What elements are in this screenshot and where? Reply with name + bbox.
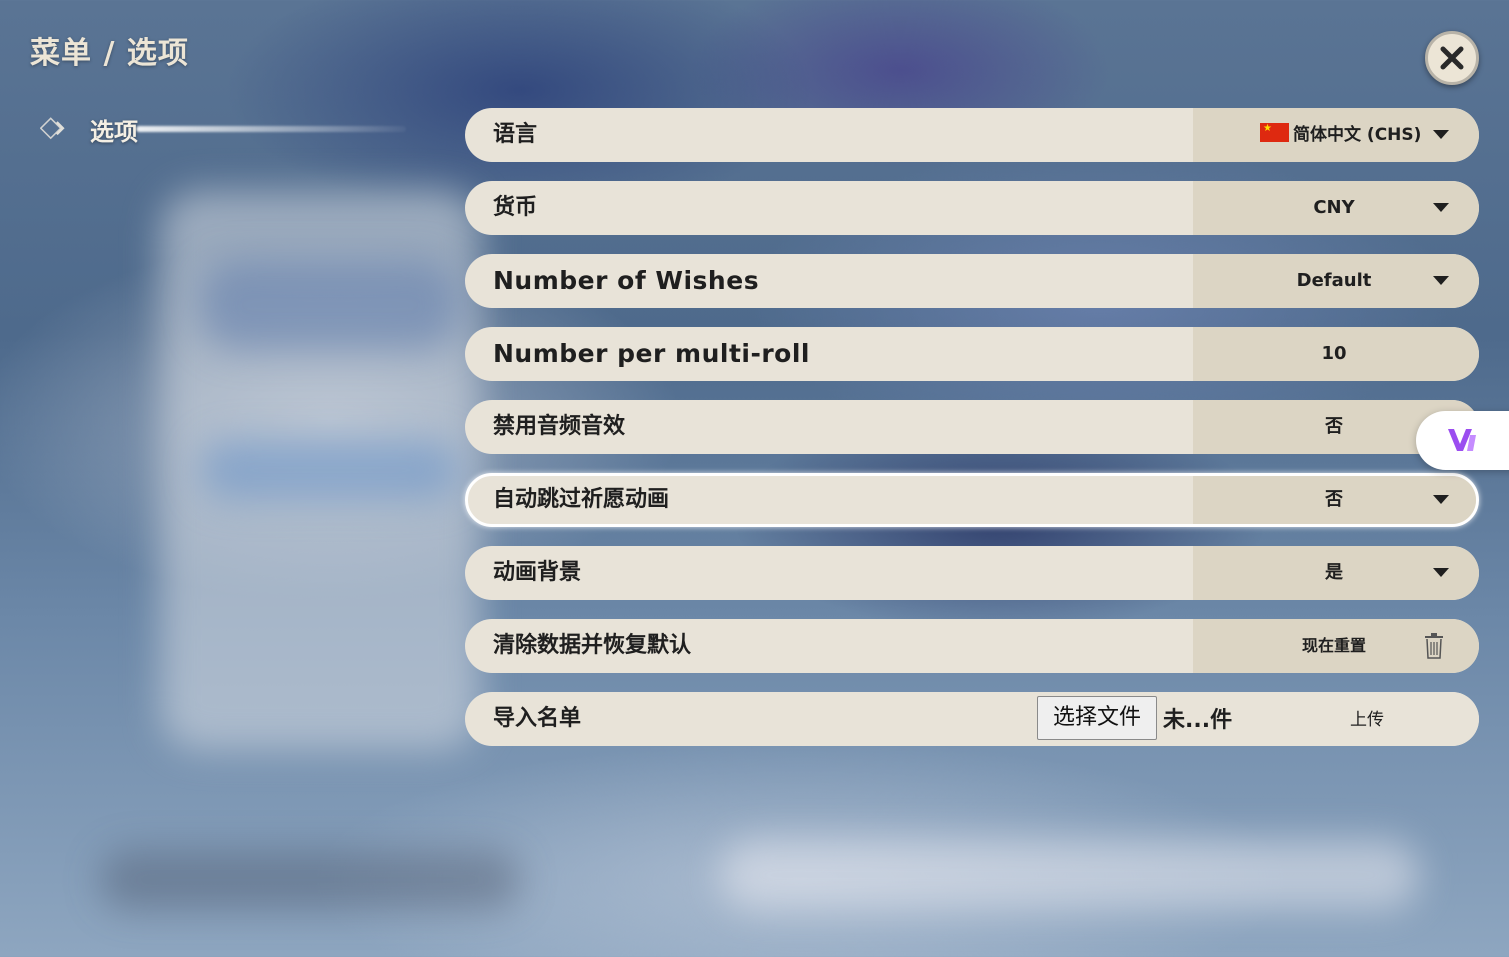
close-button[interactable] xyxy=(1425,31,1479,85)
file-name: 未...件 xyxy=(1163,708,1233,733)
setting-label: 清除数据并恢复默认 xyxy=(493,633,692,658)
language-select[interactable]: ★ 简体中文 (CHS) xyxy=(1193,108,1479,162)
chevron-down-icon xyxy=(1433,276,1449,285)
wishes-select[interactable]: Default xyxy=(1193,254,1479,308)
setting-row-currency[interactable]: 货币 CNY xyxy=(465,181,1479,235)
import-area xyxy=(1193,692,1479,746)
chevron-down-icon xyxy=(1433,495,1449,504)
select-value: 简体中文 (CHS) xyxy=(1293,125,1422,145)
close-icon xyxy=(1440,46,1464,70)
setting-row-disable-audio[interactable]: 禁用音频音效 否 xyxy=(465,400,1479,454)
setting-row-animation-background[interactable]: 动画背景 是 xyxy=(465,546,1479,600)
extension-logo-icon xyxy=(1448,429,1476,451)
chevron-down-icon xyxy=(1433,130,1449,139)
setting-label: 导入名单 xyxy=(493,706,582,731)
setting-row-language[interactable]: 语言 ★ 简体中文 (CHS) xyxy=(465,108,1479,162)
setting-row-reset-data[interactable]: 清除数据并恢复默认 现在重置 xyxy=(465,619,1479,673)
setting-label: Number of Wishes xyxy=(493,266,760,295)
animation-background-select[interactable]: 是 xyxy=(1193,546,1479,600)
setting-row-import-list[interactable]: 导入名单 选择文件 未...件 上传 xyxy=(465,692,1479,746)
setting-label: 禁用音频音效 xyxy=(493,414,626,439)
upload-button[interactable]: 上传 xyxy=(1350,692,1384,746)
selection-streak xyxy=(136,126,406,132)
sidebar-item-label: 选项 xyxy=(90,118,138,146)
diamond-arrow-icon xyxy=(40,117,65,140)
setting-label: Number per multi-roll xyxy=(493,339,810,368)
page-title: 菜单 / 选项 xyxy=(30,36,189,71)
china-flag-icon: ★ xyxy=(1260,123,1289,142)
reset-now-button[interactable]: 现在重置 xyxy=(1193,619,1479,673)
setting-label: 货币 xyxy=(493,195,538,220)
skip-animation-select[interactable]: 否 xyxy=(1193,476,1476,524)
currency-select[interactable]: CNY xyxy=(1193,181,1479,235)
setting-label: 自动跳过祈愿动画 xyxy=(493,487,670,512)
trash-icon xyxy=(1425,633,1443,659)
setting-label: 语言 xyxy=(493,122,538,147)
setting-row-multi-roll[interactable]: Number per multi-roll 10 xyxy=(465,327,1479,381)
extension-tab[interactable] xyxy=(1416,411,1509,470)
setting-row-skip-animation[interactable]: 自动跳过祈愿动画 否 xyxy=(465,473,1479,527)
chevron-down-icon xyxy=(1433,568,1449,577)
input-value: 10 xyxy=(1321,343,1347,364)
setting-label: 动画背景 xyxy=(493,560,582,585)
setting-row-number-of-wishes[interactable]: Number of Wishes Default xyxy=(465,254,1479,308)
multi-roll-input[interactable]: 10 xyxy=(1193,327,1479,381)
sidebar-item-options[interactable]: 选项 xyxy=(36,112,406,148)
choose-file-button[interactable]: 选择文件 xyxy=(1037,696,1157,740)
chevron-down-icon xyxy=(1433,203,1449,212)
